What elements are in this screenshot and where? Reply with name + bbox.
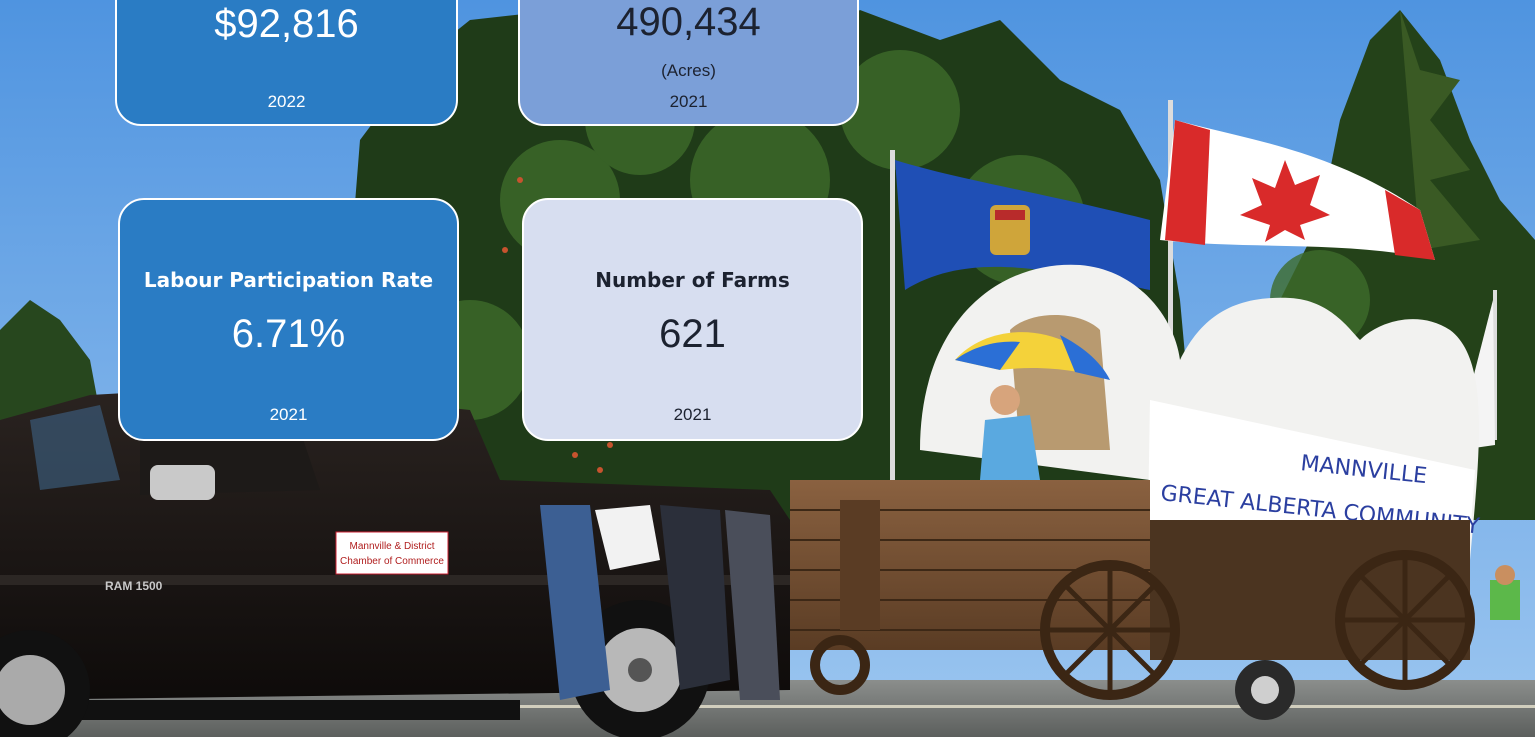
- farmland-card: 490,434 (Acres) 2021: [518, 0, 859, 126]
- farmland-unit: (Acres): [661, 61, 716, 80]
- truck-badge: RAM 1500: [105, 579, 163, 593]
- farmland-value: 490,434: [616, 0, 761, 44]
- income-card: $92,816 2022: [115, 0, 458, 126]
- farmland-year: 2021: [669, 92, 708, 111]
- number-of-farms-year: 2021: [673, 405, 712, 424]
- labour-participation-card: Labour Participation Rate 6.71% 2021: [118, 198, 459, 441]
- labour-participation-title: Labour Participation Rate: [143, 268, 434, 292]
- truck-sign-line1: Mannville & District: [349, 541, 434, 552]
- labour-participation-value: 6.71%: [231, 312, 346, 356]
- labour-participation-year: 2021: [269, 405, 308, 424]
- income-value: $92,816: [214, 2, 359, 46]
- number-of-farms-value: 621: [659, 312, 726, 356]
- truck-sign-line2: Chamber of Commerce: [340, 556, 444, 567]
- number-of-farms-card: Number of Farms 621 2021: [522, 198, 863, 441]
- income-year: 2022: [267, 92, 306, 111]
- number-of-farms-title: Number of Farms: [595, 268, 790, 292]
